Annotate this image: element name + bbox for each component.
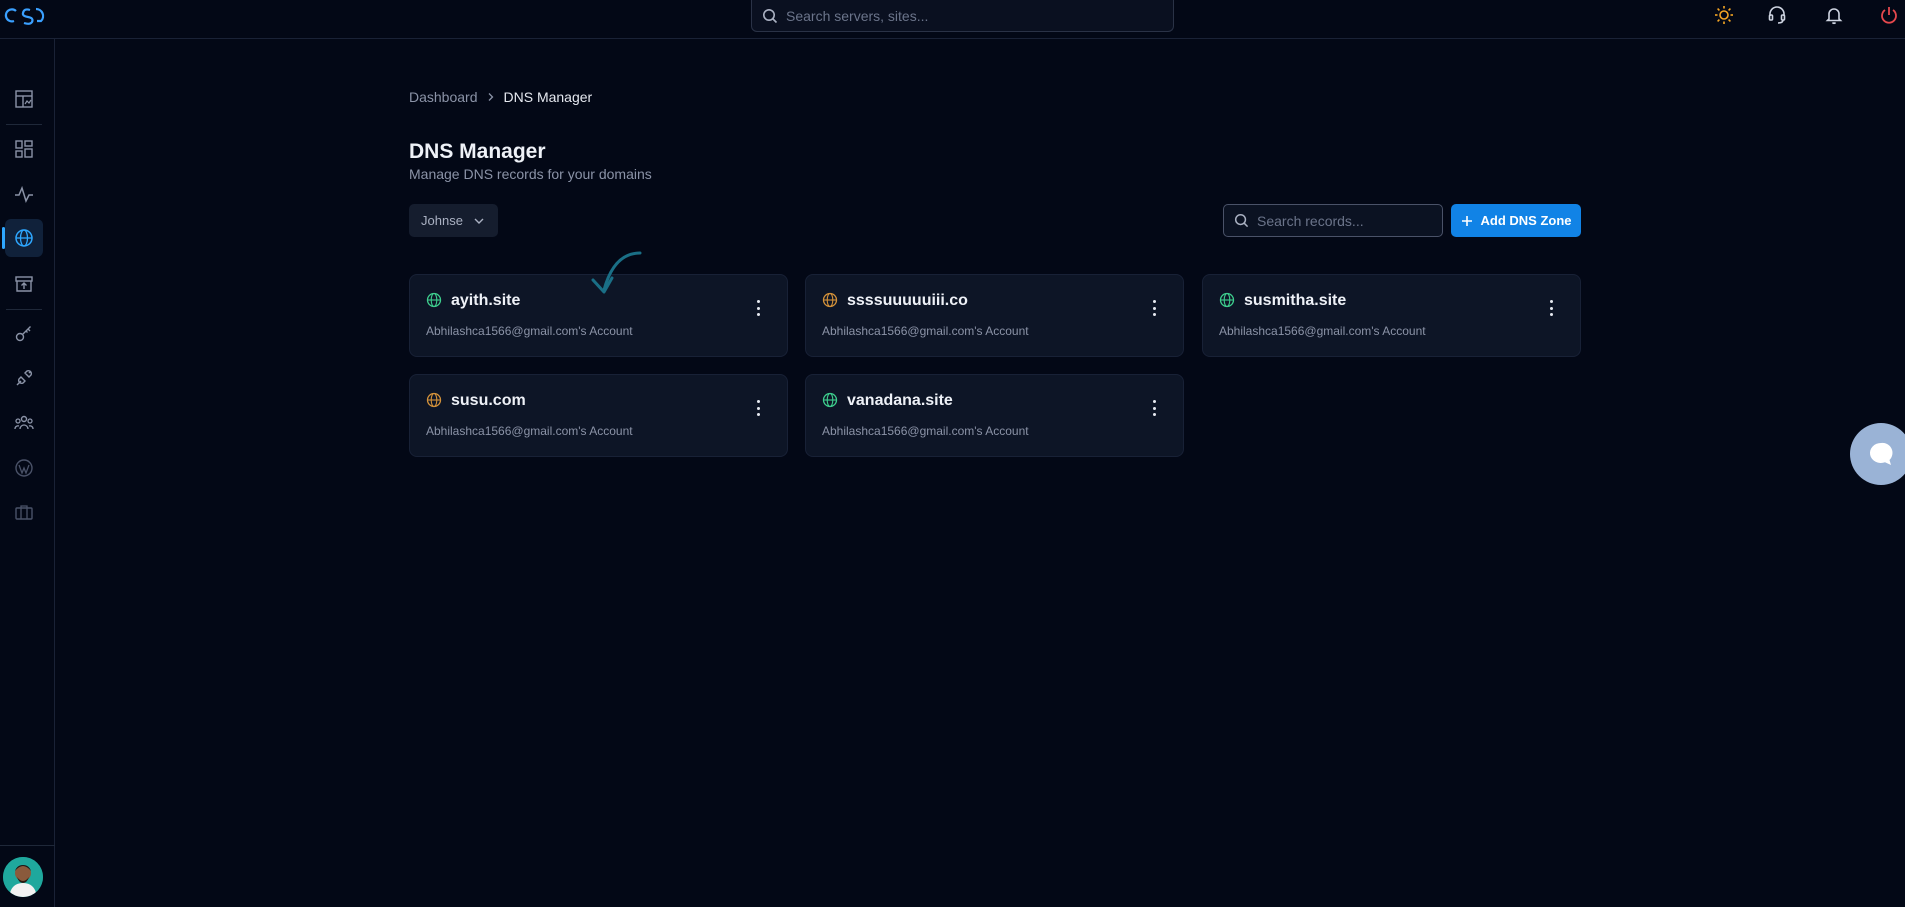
sidebar xyxy=(0,39,55,907)
sidebar-divider xyxy=(0,845,55,846)
sidebar-item-monitoring[interactable] xyxy=(5,175,43,213)
page-subtitle: Manage DNS records for your domains xyxy=(409,166,652,182)
global-search-input[interactable] xyxy=(786,7,1146,24)
chevron-right-icon xyxy=(488,93,493,101)
zone-domain[interactable]: vanadana.site xyxy=(847,392,953,410)
support-button[interactable] xyxy=(1766,4,1788,26)
more-options-button[interactable] xyxy=(755,300,761,316)
notifications-button[interactable] xyxy=(1823,4,1845,26)
sidebar-divider xyxy=(6,309,42,310)
chart-board-icon xyxy=(15,90,33,108)
zone-domain[interactable]: ssssuuuuuiii.co xyxy=(847,292,968,310)
top-bar xyxy=(0,0,1905,39)
zone-account: Abhilashca1566@gmail.com's Account xyxy=(1219,324,1426,338)
sidebar-item-reports[interactable] xyxy=(5,80,43,118)
zone-domain[interactable]: ayith.site xyxy=(451,292,520,310)
bell-icon xyxy=(1825,8,1843,25)
headset-icon xyxy=(1768,6,1786,24)
archive-upload-icon xyxy=(15,276,33,292)
add-dns-zone-button[interactable]: Add DNS Zone xyxy=(1451,204,1581,237)
chat-widget-button[interactable] xyxy=(1850,423,1905,485)
sidebar-item-dashboard[interactable] xyxy=(5,130,43,168)
zone-account: Abhilashca1566@gmail.com's Account xyxy=(426,424,633,438)
zone-domain[interactable]: susu.com xyxy=(451,392,526,410)
record-search[interactable] xyxy=(1223,204,1443,237)
sidebar-item-keys[interactable] xyxy=(5,314,43,352)
zone-account: Abhilashca1566@gmail.com's Account xyxy=(822,424,1029,438)
globe-icon xyxy=(1219,292,1235,308)
zone-domain[interactable]: susmitha.site xyxy=(1244,292,1346,310)
zone-account: Abhilashca1566@gmail.com's Account xyxy=(822,324,1029,338)
key-icon xyxy=(15,326,31,342)
breadcrumb-current: DNS Manager xyxy=(503,89,593,105)
logo[interactable] xyxy=(4,2,48,28)
power-icon xyxy=(1881,7,1897,24)
zone-card[interactable]: ssssuuuuuiii.co Abhilashca1566@gmail.com… xyxy=(805,274,1184,357)
sidebar-item-backups[interactable] xyxy=(5,265,43,303)
zone-card[interactable]: vanadana.site Abhilashca1566@gmail.com's… xyxy=(805,374,1184,457)
logo-icon xyxy=(4,7,45,25)
zone-card[interactable]: susmitha.site Abhilashca1566@gmail.com's… xyxy=(1202,274,1581,357)
search-icon xyxy=(763,8,778,23)
breadcrumb-dashboard-link[interactable]: Dashboard xyxy=(409,89,478,105)
zone-account: Abhilashca1566@gmail.com's Account xyxy=(426,324,633,338)
sidebar-item-integrations[interactable] xyxy=(5,359,43,397)
briefcase-icon xyxy=(15,505,33,520)
avatar-image xyxy=(3,857,43,897)
sidebar-item-briefcase[interactable] xyxy=(5,493,43,531)
theme-toggle-button[interactable] xyxy=(1713,4,1735,26)
search-icon xyxy=(1234,213,1249,228)
activity-icon xyxy=(15,185,33,204)
page-title: DNS Manager xyxy=(409,140,546,163)
globe-icon xyxy=(822,392,838,408)
sun-icon xyxy=(1715,6,1733,24)
avatar[interactable] xyxy=(3,857,43,897)
grid-icon xyxy=(15,140,33,158)
breadcrumb: Dashboard DNS Manager xyxy=(409,89,592,105)
annotation-arrow-icon xyxy=(591,251,642,294)
sidebar-item-wordpress[interactable] xyxy=(5,449,43,487)
globe-icon xyxy=(426,392,442,408)
sidebar-item-dns[interactable] xyxy=(5,219,43,257)
global-search[interactable] xyxy=(751,0,1174,32)
sidebar-divider xyxy=(6,124,42,125)
more-options-button[interactable] xyxy=(1151,300,1157,316)
more-options-button[interactable] xyxy=(1548,300,1554,316)
zone-card[interactable]: susu.com Abhilashca1566@gmail.com's Acco… xyxy=(409,374,788,457)
record-search-input[interactable] xyxy=(1257,212,1437,229)
server-filter-value: Johnse xyxy=(421,213,463,228)
more-options-button[interactable] xyxy=(1151,400,1157,416)
sidebar-item-team[interactable] xyxy=(5,404,43,442)
users-icon xyxy=(14,415,34,430)
plug-icon xyxy=(16,370,32,386)
plus-icon xyxy=(1461,215,1472,226)
globe-icon xyxy=(426,292,442,308)
add-dns-zone-label: Add DNS Zone xyxy=(1480,213,1572,228)
server-filter-select[interactable]: Johnse xyxy=(409,204,498,237)
wordpress-icon xyxy=(15,459,33,477)
globe-icon xyxy=(15,229,33,247)
logout-button[interactable] xyxy=(1878,4,1900,26)
chevron-down-icon xyxy=(474,218,484,224)
globe-icon xyxy=(822,292,838,308)
more-options-button[interactable] xyxy=(755,400,761,416)
chat-icon xyxy=(1869,442,1893,465)
